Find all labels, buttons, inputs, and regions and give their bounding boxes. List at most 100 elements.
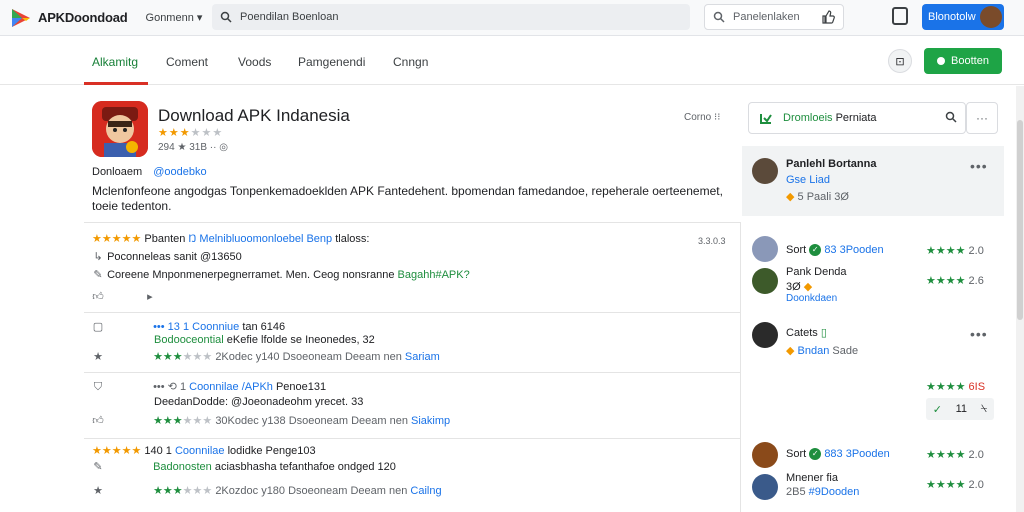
more-icon[interactable]: •••	[970, 158, 988, 174]
featured-name: Panlehl Bortanna	[786, 158, 877, 170]
more-icon: ···	[976, 111, 988, 125]
tab-voods[interactable]: Voods	[238, 55, 271, 69]
more-options-link[interactable]: Corno ⁝⁝	[684, 112, 720, 123]
sidebar-item-link[interactable]: 83 3Pooden	[824, 244, 883, 256]
review-rating-filled: ★★★	[153, 415, 183, 427]
scrollbar-thumb[interactable]	[1017, 120, 1023, 320]
tab-cnngn[interactable]: Cnngn	[393, 55, 428, 69]
review-action-link[interactable]: Sariam	[405, 351, 440, 363]
sidebar-item-name[interactable]: Pank Denda	[786, 266, 847, 278]
app-rating: ★★★★★★	[158, 126, 223, 139]
review-link[interactable]: Coonnilae	[175, 445, 225, 457]
developer-link[interactable]: @oodebko	[153, 166, 206, 178]
thumbs-up-icon[interactable]: 👍︎	[92, 414, 104, 427]
divider	[84, 438, 740, 439]
check-icon: ✓	[932, 403, 942, 416]
sidebar-item-sub: 3Ø ◆	[786, 280, 812, 293]
edit-icon[interactable]: ✎	[92, 460, 104, 473]
review-action-link[interactable]: Cailng	[410, 485, 441, 497]
review-title: lodidke Penge103	[227, 445, 316, 457]
thumbs-up-icon[interactable]: 👍︎	[92, 290, 104, 303]
featured-sub[interactable]: Gse Liad	[786, 174, 830, 186]
review-author: Pbanten	[144, 233, 186, 245]
search-icon	[713, 11, 725, 23]
game-character-icon	[92, 101, 148, 157]
review-stars: ••• 13 1	[153, 321, 190, 333]
star-icon[interactable]: ★	[92, 484, 104, 497]
review-author: 140 1	[144, 445, 172, 457]
tag-icon: ▯	[820, 327, 827, 339]
review-body: Coreene Mnponmenerpegnerramet. Men. Ceog…	[107, 269, 395, 281]
tab-coment[interactable]: Coment	[166, 55, 208, 69]
sidebar-item-link[interactable]: #9Dooden	[809, 486, 860, 498]
sidebar-item-name: Sort	[786, 448, 807, 460]
download-status-icon[interactable]	[892, 7, 908, 25]
download-icon	[760, 114, 772, 124]
developer-name: Donloaem	[92, 166, 143, 178]
review-item: ⛉ ••• ⟲ 1 Coonnilae /APKh Penoe131 Deeda…	[92, 380, 732, 434]
reply-icon[interactable]: ↳	[92, 250, 104, 263]
sidebar-item-name[interactable]: Mnener fia	[786, 472, 838, 484]
thumbs-up-icon[interactable]	[821, 10, 835, 27]
search-input[interactable]: Poendilan Boenloan	[212, 4, 690, 30]
sidebar-item-stars-text: ★★★★	[926, 245, 966, 257]
review-link[interactable]: Coonnilae /APKh	[189, 381, 273, 393]
verified-icon: ✓	[809, 448, 822, 461]
divider	[84, 372, 740, 373]
sidebar-item-sub-text: 3Ø	[786, 281, 801, 293]
review-action-link[interactable]: Siakimp	[411, 415, 450, 427]
tab-pamgenendi[interactable]: Pamgenendi	[298, 55, 365, 69]
avatar	[752, 268, 778, 294]
sidebar-item-stars-text: ★★★★	[926, 275, 966, 287]
share-button[interactable]: ⊡	[888, 49, 912, 73]
review-meta: y138 Dsoeoneam Deeam nen	[261, 415, 408, 427]
mini-toolbar[interactable]: ✓ 11 ⍀	[926, 398, 994, 420]
review-item: ★★★★★ 140 1 Coonnilae lodidke Penge103 ✎…	[92, 444, 732, 504]
review-date: 30Kodec	[215, 415, 259, 427]
edit-icon[interactable]: ✎	[92, 268, 104, 281]
sidebar-item[interactable]: Sort ✓ 883 3Pooden	[786, 448, 890, 461]
review-body: aciasbhasha tefanthafoe ondged 120	[214, 461, 396, 473]
search-placeholder: Poendilan Boenloan	[240, 11, 339, 23]
primary-action-button[interactable]: Bootten	[924, 48, 1002, 74]
review-tag-link[interactable]: Bagahh#APK?	[398, 269, 470, 281]
avatar	[752, 442, 778, 468]
review-title: tlaloss:	[335, 233, 370, 245]
primary-button-label: Bootten	[951, 55, 989, 67]
tab-alkamitg[interactable]: Alkamitg	[92, 55, 138, 69]
sidebar-item-sub-text: Bndan	[797, 345, 830, 357]
sidebar-item-name-text: Catets	[786, 327, 818, 339]
sidebar-item-name[interactable]: Catets ▯	[786, 326, 827, 339]
account-button[interactable]: Blonotolw	[922, 4, 1004, 30]
shield-icon[interactable]: ⛉	[92, 381, 104, 394]
expand-icon[interactable]: ⍀	[981, 403, 988, 416]
more-icon[interactable]: •••	[970, 326, 988, 342]
review-body: eKefie lfolde se Ineonedes, 32	[226, 334, 375, 346]
sidebar-item-score: 2.0	[968, 245, 984, 257]
sidebar-item-meta: Doonkdaen	[786, 293, 838, 304]
avatar	[752, 474, 778, 500]
rating-stars-filled: ★★★	[158, 127, 191, 139]
star-icon[interactable]: ★	[92, 350, 104, 363]
divider	[84, 222, 740, 223]
review-item: ★★★★★ Pbanten Ŋ Melnibluoomonloebel Benp…	[92, 232, 732, 312]
cursor-icon: ▸	[147, 291, 153, 303]
category-dropdown[interactable]: Gonmenn ▾	[146, 11, 203, 25]
review-link[interactable]: Coonniue	[192, 321, 239, 333]
flag-icon[interactable]: ▢	[92, 320, 104, 333]
tab-bar: Alkamitg Coment Voods Pamgenendi Cnngn ⊡…	[0, 37, 1024, 85]
sidebar-item[interactable]: Sort ✓ 83 3Pooden	[786, 244, 884, 257]
verified-icon: ✓	[809, 244, 822, 257]
sidebar-more-button[interactable]: ···	[966, 102, 998, 134]
sidebar-item-stars: ★★★★ 2.0	[926, 244, 984, 257]
review-rating-empty: ★★★	[182, 415, 213, 427]
sidebar-search[interactable]: Dromloeis Perniata	[748, 102, 966, 134]
sidebar-item-score: 2.6	[968, 275, 984, 287]
logo[interactable]: APKDoondoad	[10, 8, 128, 28]
featured-card[interactable]	[742, 146, 1004, 216]
play-logo-icon	[12, 8, 30, 27]
secondary-search[interactable]: Panelenlaken	[704, 4, 844, 30]
review-link[interactable]: Ŋ Melnibluoomonloebel Benp	[188, 233, 332, 245]
sidebar-item-name: Sort	[786, 244, 807, 256]
sidebar-item-link[interactable]: 883 3Pooden	[824, 448, 889, 460]
